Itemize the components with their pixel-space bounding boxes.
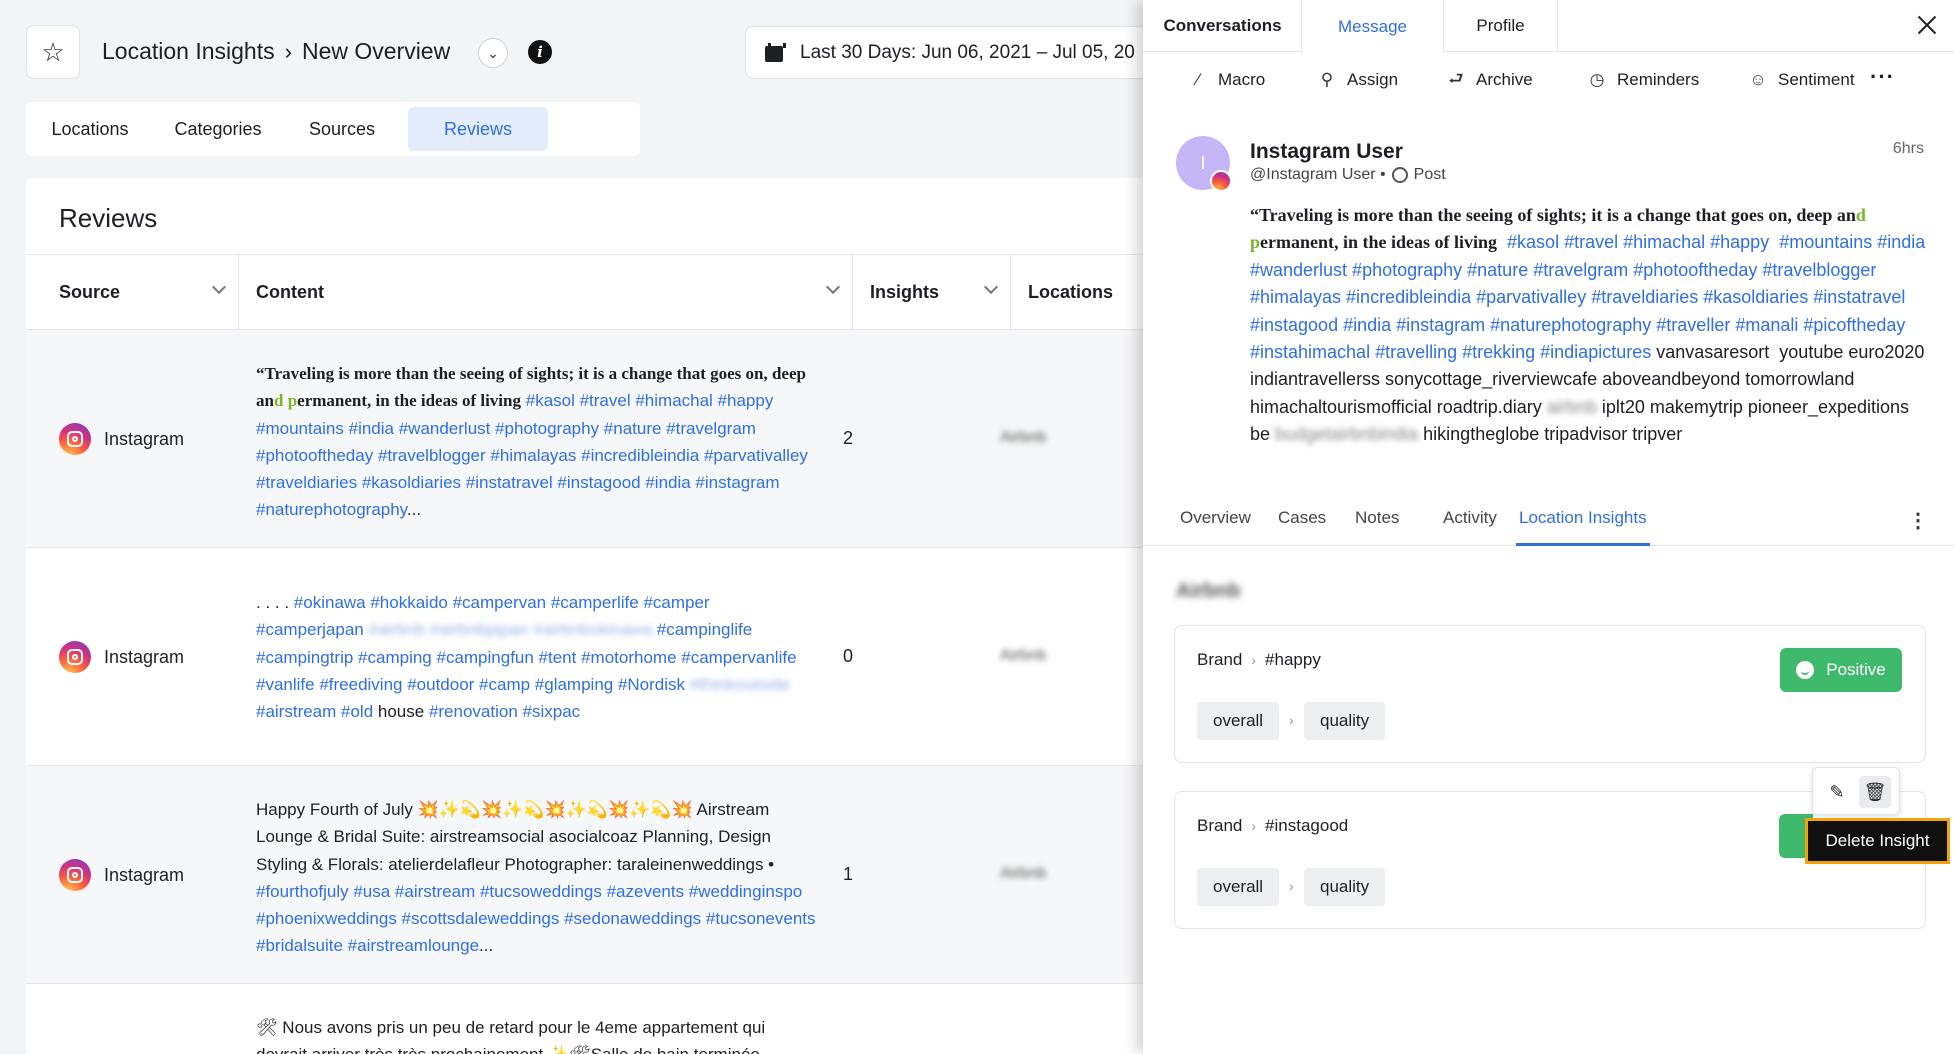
chevron-down-icon[interactable] [983, 279, 999, 295]
breadcrumb-root[interactable]: Location Insights [102, 38, 275, 65]
tab-location-insights[interactable]: Location Insights [1516, 508, 1650, 546]
tab-overview[interactable]: Overview [1180, 508, 1251, 546]
tab-activity[interactable]: Activity [1443, 508, 1497, 546]
table-header: Source Content Insights Locations [26, 254, 1143, 330]
trash-icon[interactable]: 🗑 [1859, 776, 1891, 808]
insight-breadcrumb: Brand › #instagood [1197, 816, 1349, 835]
star-icon: ☆ [41, 36, 65, 67]
content-cell[interactable]: “Traveling is more than the seeing of si… [256, 360, 816, 524]
tab-profile[interactable]: Profile [1444, 0, 1558, 52]
smile-icon [1796, 661, 1815, 679]
insight-breadcrumb: Brand › #happy [1197, 650, 1321, 669]
insight-subcategory-pill: quality [1304, 868, 1386, 906]
info-icon[interactable]: i [528, 40, 552, 64]
column-header-source[interactable]: Source [26, 255, 239, 330]
magic-wand-icon: ⁄ [1196, 70, 1200, 89]
source-cell: Instagram [59, 859, 184, 891]
location-cell: Airbnb [1000, 429, 1047, 446]
detail-tabs: Overview Cases Notes Activity Location I… [1143, 500, 1954, 546]
tab-categories[interactable]: Categories [150, 107, 286, 151]
tab-message[interactable]: Message [1301, 0, 1444, 53]
clock-icon: ◷ [1589, 70, 1605, 89]
date-range-picker[interactable]: Last 30 Days: Jun 06, 2021 – Jul 05, 20 [745, 26, 1143, 79]
chevron-right-icon: › [1289, 878, 1294, 894]
user-name[interactable]: Instagram User [1250, 140, 1403, 164]
more-icon[interactable]: ··· [1870, 64, 1895, 90]
user-plus-icon: ⚲ [1320, 70, 1334, 89]
tab-locations[interactable]: Locations [30, 107, 150, 151]
assign-button[interactable]: ⚲ Assign [1317, 70, 1398, 90]
instagram-icon [59, 423, 91, 455]
sentiment-button[interactable]: ☺ Sentiment [1748, 70, 1854, 90]
macro-button[interactable]: ⁄ Macro [1188, 70, 1266, 90]
location-cell: Airbnb [1000, 647, 1047, 664]
tab-sources[interactable]: Sources [286, 107, 398, 151]
chevron-right-icon: › [284, 38, 292, 64]
location-insights-page: ☆ Location Insights › New Overview ⌄ i L… [0, 0, 1143, 1054]
calendar-icon [764, 42, 786, 63]
tab-cases[interactable]: Cases [1278, 508, 1326, 546]
insights-count: 1 [843, 864, 854, 884]
location-name: Airbnb [1176, 580, 1241, 602]
content-cell[interactable]: Happy Fourth of July 💥✨💫💥✨💫💥✨💫💥✨💫💥 Airst… [256, 796, 816, 960]
tab-conversations[interactable]: Conversations [1143, 0, 1302, 52]
favorite-star-button[interactable]: ☆ [26, 25, 80, 79]
chevron-down-icon[interactable] [211, 279, 227, 295]
instagram-icon [59, 641, 91, 673]
date-range-label: Last 30 Days: Jun 06, 2021 – Jul 05, 20 [800, 41, 1135, 63]
instagram-icon [1210, 170, 1232, 192]
reviews-card: Reviews Source Content Insights Location… [26, 178, 1143, 1054]
source-cell: Instagram [59, 423, 184, 455]
globe-icon [1391, 167, 1408, 183]
chevron-right-icon: › [1251, 652, 1257, 668]
smile-icon: ☺ [1749, 70, 1767, 89]
insight-category-pill: overall [1197, 702, 1280, 740]
delete-insight-tooltip: Delete Insight [1805, 818, 1950, 864]
chevron-right-icon: › [1251, 818, 1257, 834]
message-panel: Conversations Message Profile ⁄ Macro ⚲ As… [1143, 0, 1954, 1054]
view-tabs: Locations Categories Sources Reviews [26, 102, 640, 156]
user-handle: @Instagram User • Post [1250, 166, 1446, 183]
message-actions: ⁄ Macro ⚲ Assign ⮐ Archive ◷ Reminders ☺ Sent… [1143, 52, 1954, 112]
tab-notes[interactable]: Notes [1355, 508, 1399, 546]
reviews-title: Reviews [59, 203, 158, 233]
content-cell[interactable]: . . . . #okinawa #hokkaido #campervan #c… [256, 589, 816, 725]
column-header-locations[interactable]: Locations [1011, 255, 1143, 330]
source-cell: Instagram [59, 641, 184, 673]
close-icon[interactable] [1914, 12, 1940, 38]
table-row[interactable]: 🛠 Nous avons pris un peu de retard pour … [26, 984, 1143, 1054]
archive-button[interactable]: ⮐ Archive [1446, 68, 1532, 90]
table-row[interactable]: Instagram “Traveling is more than the se… [26, 330, 1143, 548]
table-row[interactable]: Instagram Happy Fourth of July 💥✨💫💥✨💫💥✨💫… [26, 766, 1143, 984]
breadcrumb: Location Insights › New Overview [102, 38, 450, 65]
insight-subcategory-pill: quality [1304, 702, 1386, 740]
chevron-down-icon[interactable] [825, 279, 841, 295]
chevron-down-icon: ⌄ [487, 44, 499, 61]
breadcrumb-current: New Overview [301, 38, 451, 64]
dashboard-dropdown-button[interactable]: ⌄ [478, 38, 508, 68]
table-row[interactable]: Instagram . . . . #okinawa #hokkaido #ca… [26, 548, 1143, 766]
insight-card[interactable]: Brand › #happy overall › quality Positive [1174, 625, 1926, 763]
insight-category-pill: overall [1197, 868, 1280, 906]
avatar: I [1176, 136, 1232, 192]
column-header-insights[interactable]: Insights [853, 255, 1011, 330]
more-vertical-icon[interactable]: ⋮ [1908, 508, 1928, 533]
chevron-right-icon: › [1289, 712, 1294, 728]
message-time: 6hrs [1892, 140, 1924, 157]
location-cell: Airbnb [1000, 865, 1047, 882]
edit-icon[interactable]: ✎ [1821, 776, 1853, 808]
insights-count: 2 [843, 428, 854, 448]
panel-tabs: Conversations Message Profile [1143, 0, 1954, 53]
message-body: “Traveling is more than the seeing of si… [1250, 205, 1926, 445]
sentiment-positive-button[interactable]: Positive [1780, 648, 1902, 692]
column-header-content[interactable]: Content [239, 255, 853, 330]
insights-count: 0 [843, 646, 854, 666]
archive-icon: ⮐ [1448, 68, 1464, 88]
instagram-icon [59, 859, 91, 891]
reminders-button[interactable]: ◷ Reminders [1587, 70, 1700, 90]
insight-hover-toolbar: ✎ 🗑 [1812, 767, 1900, 815]
tab-reviews[interactable]: Reviews [408, 107, 548, 151]
content-cell[interactable]: 🛠 Nous avons pris un peu de retard pour … [256, 1014, 816, 1054]
